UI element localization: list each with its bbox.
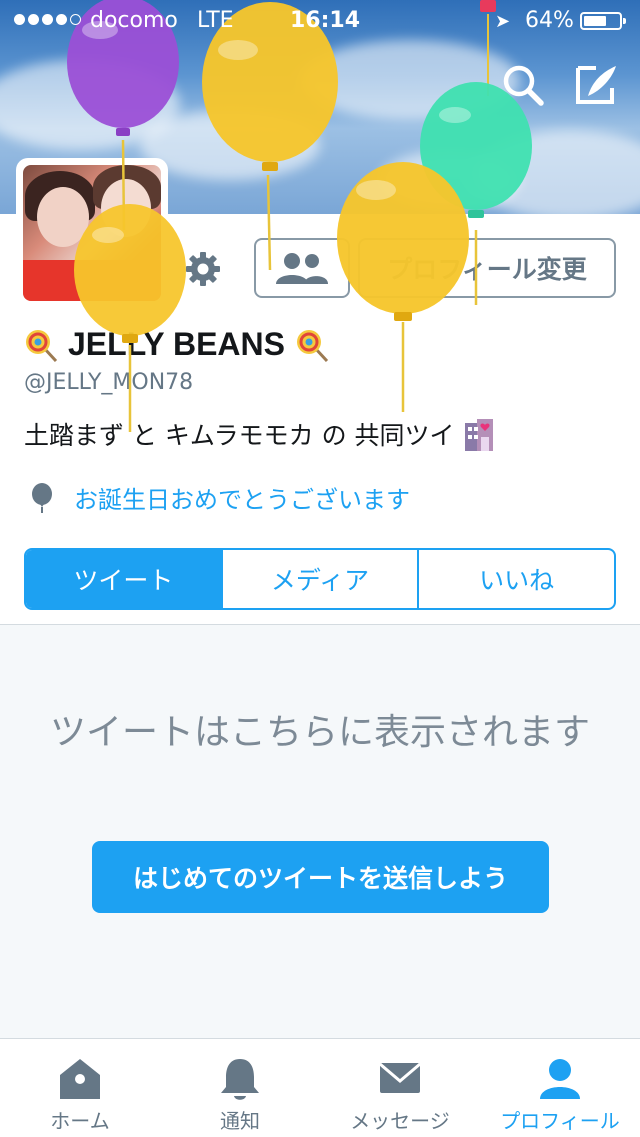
bio-text: 土踏まず と キムラモモカ の 共同ツイ [24,421,455,450]
tabbar-notifications[interactable]: 通知 [160,1039,320,1137]
search-icon [503,65,544,106]
tabbar-label: ホーム [50,1109,110,1133]
settings-button[interactable] [184,250,222,288]
profile-handle: @JELLY_MON78 [24,370,194,395]
battery-percent: 64% [525,8,574,33]
birthday-text[interactable]: お誕生日おめでとうございます [74,480,410,515]
profile-bio: 土踏まず と キムラモモカ の 共同ツイ [24,416,495,452]
profile-tabs: ツイート メディア いいね [24,548,616,610]
people-icon [276,253,328,284]
home-icon [60,1059,100,1099]
gear-icon [186,252,220,286]
tabbar-messages[interactable]: メッセージ [320,1039,480,1137]
envelope-icon [379,1062,421,1093]
search-button[interactable] [500,62,546,108]
network-type: LTE [197,8,234,33]
profile-name-row: JELLY BEANS [24,326,329,363]
tabbar-label: 通知 [220,1109,260,1133]
tabbar-home[interactable]: ホーム [0,1039,160,1137]
bell-icon [221,1059,259,1100]
avatar-photo [23,165,161,301]
tabbar-profile[interactable]: プロフィール [480,1039,640,1137]
tweet-feed: ツイートはこちらに表示されます はじめてのツイートを送信しよう [0,624,640,1039]
lollipop-icon [26,329,58,362]
compose-tweet-button[interactable] [574,62,620,108]
signal-strength-icon [14,14,81,25]
follow-people-button[interactable] [254,238,350,298]
location-arrow-icon: ➤ [495,11,511,32]
person-icon [540,1059,580,1099]
edit-profile-button[interactable]: プロフィール変更 [358,238,616,298]
carrier-name: docomo [90,8,178,33]
compose-icon [576,66,616,104]
first-tweet-button[interactable]: はじめてのツイートを送信しよう [92,841,549,913]
status-bar: docomo LTE 16:14 ➤ 64% [0,0,640,40]
tab-media[interactable]: メディア [223,550,420,608]
tabbar-label: メッセージ [350,1109,450,1133]
bottom-tab-bar: ホーム 通知 メッセージ プロフィール [0,1038,640,1137]
love-hotel-icon [464,419,493,451]
birthday-row: お誕生日おめでとうございます [30,480,410,515]
battery-icon [580,12,626,30]
empty-state-message: ツイートはこちらに表示されます [49,712,590,753]
profile-name: JELLY BEANS [68,326,285,362]
tabbar-label: プロフィール [500,1109,620,1133]
lollipop-icon [296,329,329,362]
balloon-icon [32,482,52,513]
tab-tweets[interactable]: ツイート [26,550,223,608]
profile-avatar[interactable] [16,158,168,308]
clock: 16:14 [290,8,361,33]
tab-likes[interactable]: いいね [419,550,614,608]
